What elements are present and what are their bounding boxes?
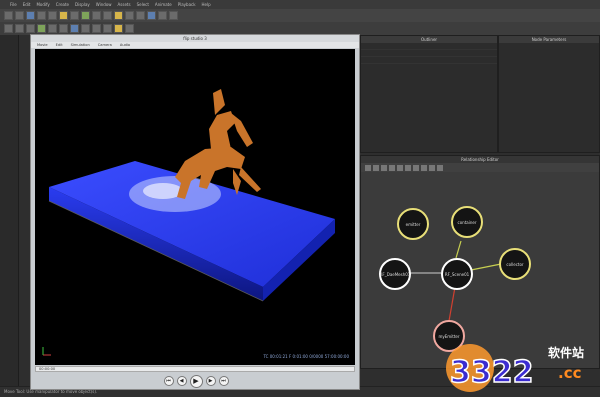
lasso-tool-icon[interactable] xyxy=(15,11,24,20)
menu-item[interactable]: Window xyxy=(96,2,112,7)
render-icon[interactable] xyxy=(114,11,123,20)
menu-item[interactable]: Select xyxy=(137,2,149,7)
menu-item[interactable]: Edit xyxy=(23,2,31,7)
menu-item[interactable]: Create xyxy=(56,2,69,7)
tool-icon[interactable] xyxy=(114,24,123,33)
site-watermark: 3322 软件站 .cc xyxy=(442,338,600,396)
tool-icon[interactable] xyxy=(103,24,112,33)
main-toolbar xyxy=(0,9,600,22)
menu-item[interactable]: Simulation xyxy=(71,42,90,48)
menu-item[interactable]: Movie xyxy=(37,42,48,48)
settings-icon[interactable] xyxy=(125,11,134,20)
tool-icon[interactable] xyxy=(59,24,68,33)
emitter-icon[interactable] xyxy=(81,11,90,20)
timecode-readout: TC 00:01:21 F 0:01:00 0/0000 57:00:00:00 xyxy=(263,354,349,359)
outliner-title: Outliner xyxy=(361,36,497,43)
go-to-end-icon[interactable]: ⏭ xyxy=(218,376,229,386)
menu-item[interactable]: Edit xyxy=(56,42,63,48)
viewer-menubar: Movie Edit Simulation Camera Audio xyxy=(31,42,359,48)
tool-icon[interactable] xyxy=(15,24,24,33)
list-item[interactable] xyxy=(361,43,497,50)
reset-icon[interactable] xyxy=(169,11,178,20)
script-icon[interactable] xyxy=(136,11,145,20)
menu-item[interactable]: Display xyxy=(75,2,90,7)
camera-icon[interactable] xyxy=(70,11,79,20)
tool-icon[interactable] xyxy=(4,24,13,33)
tool-icon[interactable] xyxy=(26,24,35,33)
go-to-start-icon[interactable]: ⏮ xyxy=(163,376,174,386)
step-back-icon[interactable]: ◀ xyxy=(176,376,187,386)
rotate-tool-icon[interactable] xyxy=(37,11,46,20)
tool-icon[interactable] xyxy=(81,24,90,33)
light-icon[interactable] xyxy=(59,11,68,20)
menu-item[interactable]: Animate xyxy=(155,2,172,7)
list-item[interactable] xyxy=(361,50,497,57)
menu-item[interactable]: Modify xyxy=(36,2,49,7)
node-parameters-panel: Node Parameters xyxy=(498,35,600,153)
stop-icon[interactable] xyxy=(158,11,167,20)
menu-item[interactable]: Audio xyxy=(120,42,130,48)
tool-icon[interactable] xyxy=(48,24,57,33)
node-container[interactable]: container xyxy=(451,206,483,238)
move-tool-icon[interactable] xyxy=(26,11,35,20)
outliner-panel: Outliner xyxy=(360,35,498,153)
watermark-domain: .cc xyxy=(558,364,582,382)
scale-tool-icon[interactable] xyxy=(48,11,57,20)
step-forward-icon[interactable]: ▶ xyxy=(205,376,216,386)
mesh-icon[interactable] xyxy=(103,11,112,20)
daemon-icon[interactable] xyxy=(92,11,101,20)
menu-item[interactable]: Help xyxy=(202,2,211,7)
list-item[interactable] xyxy=(361,57,497,64)
node-rf-daemesh[interactable]: RF_DaeMesh01 xyxy=(379,258,411,290)
splash-foam xyxy=(143,183,183,199)
menu-item[interactable]: File xyxy=(10,2,17,7)
menu-item[interactable]: Camera xyxy=(98,42,112,48)
node-parameters-title: Node Parameters xyxy=(499,36,599,43)
flip-viewer-window[interactable]: flip studio 3 Movie Edit Simulation Came… xyxy=(30,34,360,390)
watermark-site: 软件站 xyxy=(548,346,585,360)
main-menubar: File Edit Modify Create Display Window A… xyxy=(0,0,600,9)
menu-item[interactable]: Playback xyxy=(178,2,196,7)
timeline-label: 00:00:00 xyxy=(39,367,56,371)
tool-icon[interactable] xyxy=(92,24,101,33)
node-rf-scene[interactable]: RF_Scene01 xyxy=(441,258,473,290)
menu-item[interactable]: Assets xyxy=(118,2,131,7)
left-tool-strip xyxy=(0,35,19,396)
relationship-editor: Relationship Editor emitter container co… xyxy=(360,155,600,369)
timeline-bar[interactable]: 00:00:00 xyxy=(35,366,355,372)
tool-icon[interactable] xyxy=(70,24,79,33)
tool-icon[interactable] xyxy=(125,24,134,33)
play-icon[interactable] xyxy=(147,11,156,20)
play-icon[interactable]: ▶ xyxy=(189,374,203,388)
svg-text:3322: 3322 xyxy=(450,355,534,390)
window-title: flip studio 3 xyxy=(31,35,359,42)
select-tool-icon[interactable] xyxy=(4,11,13,20)
horse-rider-model xyxy=(175,89,261,199)
node-collector[interactable]: collector xyxy=(499,248,531,280)
playback-controls: ⏮ ◀ ▶ ▶ ⏭ xyxy=(31,373,361,389)
tool-icon[interactable] xyxy=(37,24,46,33)
axis-gizmo xyxy=(42,347,51,356)
render-viewport[interactable]: TC 00:01:21 F 0:01:00 0/0000 57:00:00:00 xyxy=(35,49,355,365)
render-image xyxy=(42,89,335,356)
node-emitter[interactable]: emitter xyxy=(397,208,429,240)
